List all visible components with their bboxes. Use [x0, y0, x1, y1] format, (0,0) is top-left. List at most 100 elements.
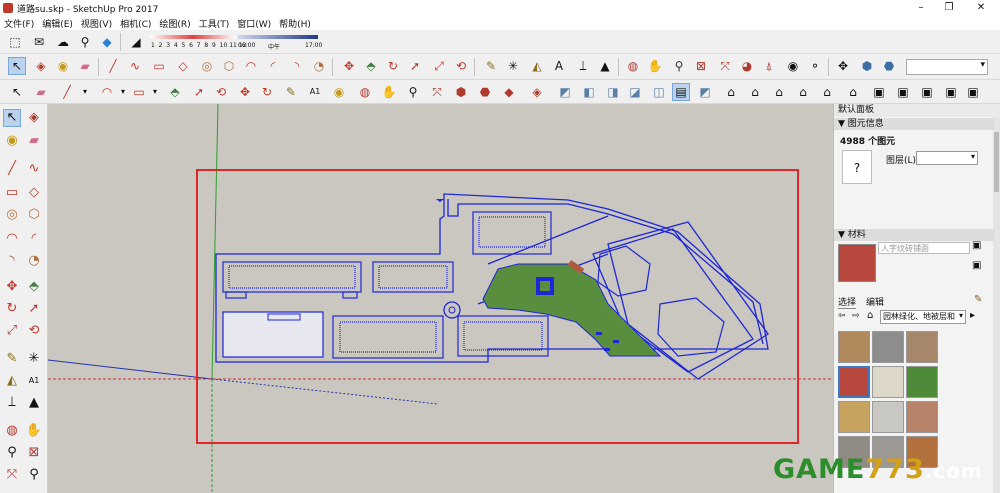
- drawing-viewport[interactable]: [48, 104, 833, 493]
- zoom-window-icon[interactable]: ⊠: [692, 57, 710, 75]
- back-view-icon[interactable]: ◫: [650, 83, 668, 101]
- eyedropper-icon[interactable]: ✎: [974, 294, 982, 305]
- 3d-text-icon[interactable]: ▲: [25, 394, 43, 412]
- polygon-icon[interactable]: ⬡: [25, 206, 43, 224]
- follow-me-icon[interactable]: ➚: [25, 300, 43, 318]
- warehouse-3d-icon[interactable]: ⬢: [452, 83, 470, 101]
- upload-cloud-icon[interactable]: ☁: [54, 33, 72, 51]
- line-icon[interactable]: ╱: [3, 160, 21, 178]
- zoom-extents-icon[interactable]: ⤧: [716, 57, 734, 75]
- pushpull-icon[interactable]: ⬘: [166, 83, 184, 101]
- move-tool-icon[interactable]: ✥: [236, 83, 254, 101]
- layer-2-icon[interactable]: ▣: [894, 83, 912, 101]
- material-swatch[interactable]: [906, 401, 938, 433]
- move-icon[interactable]: ✥: [340, 57, 358, 75]
- rotate-icon[interactable]: ↻: [384, 57, 402, 75]
- text-label-icon[interactable]: A1: [306, 83, 324, 101]
- orbit-icon[interactable]: ◍: [3, 422, 21, 440]
- library-select[interactable]: 园林绿化、地被层和 ▾: [880, 310, 966, 324]
- house-icon[interactable]: ⌂: [770, 83, 788, 101]
- arc-icon[interactable]: ◠: [242, 57, 260, 75]
- material-swatch[interactable]: [906, 366, 938, 398]
- open-icon[interactable]: ✉: [30, 33, 48, 51]
- push-pull-icon[interactable]: ⬘: [362, 57, 380, 75]
- circle-icon[interactable]: ◎: [198, 57, 216, 75]
- tab-edit[interactable]: 编辑: [866, 295, 884, 308]
- line-tool-icon[interactable]: ╱: [104, 57, 122, 75]
- zoom-tool-icon[interactable]: ⚲: [404, 83, 422, 101]
- chevron-down-icon[interactable]: ▾: [76, 83, 94, 101]
- walk-icon[interactable]: ⚬: [806, 57, 824, 75]
- menu-view[interactable]: 视图(V): [77, 17, 116, 30]
- follow-me-icon[interactable]: ➚: [406, 57, 424, 75]
- arc-icon[interactable]: ◠: [3, 230, 21, 248]
- material-swatch[interactable]: [872, 366, 904, 398]
- select-icon[interactable]: ↖: [3, 109, 21, 127]
- house-monochrome-icon[interactable]: ⌂: [818, 83, 836, 101]
- protractor-icon[interactable]: ◭: [3, 372, 21, 390]
- two-point-arc-icon[interactable]: ◜: [25, 230, 43, 248]
- share-icon[interactable]: ⚲: [76, 33, 94, 51]
- zoom-extents-icon[interactable]: ⤧: [3, 466, 21, 484]
- scale-icon[interactable]: ⤢: [430, 57, 448, 75]
- eraser-icon[interactable]: ▰: [76, 57, 94, 75]
- select-arrow-icon[interactable]: ↖: [8, 83, 26, 101]
- iso-view-icon[interactable]: ◩: [556, 83, 574, 101]
- look-around-icon[interactable]: ◉: [784, 57, 802, 75]
- materials-header[interactable]: ▼ 材料: [834, 229, 994, 241]
- polygon-icon[interactable]: ⬡: [220, 57, 238, 75]
- followme-icon[interactable]: ➚: [190, 83, 208, 101]
- text-icon[interactable]: A: [550, 57, 568, 75]
- extension-warehouse-icon[interactable]: ⬣: [880, 57, 898, 75]
- pie-icon[interactable]: ◔: [25, 252, 43, 270]
- dimension-icon[interactable]: ✳: [504, 57, 522, 75]
- rectangle-icon[interactable]: ▭: [150, 57, 168, 75]
- material-swatch[interactable]: [872, 401, 904, 433]
- cube-icon[interactable]: ⬚: [6, 33, 24, 51]
- offset-icon[interactable]: ⟲: [452, 57, 470, 75]
- eraser-icon[interactable]: ▰: [25, 132, 43, 150]
- rectangle-icon[interactable]: ▭: [3, 184, 21, 202]
- shaded-icon[interactable]: ⌂: [746, 83, 764, 101]
- share-model-icon[interactable]: ⬣: [476, 83, 494, 101]
- material-swatch[interactable]: [838, 401, 870, 433]
- axes-icon[interactable]: ⟘: [574, 57, 592, 75]
- layer-select[interactable]: ▾: [916, 151, 978, 165]
- pie-icon[interactable]: ◔: [310, 57, 328, 75]
- forward-arrow-icon[interactable]: ⇨: [852, 311, 860, 321]
- 3d-text-icon[interactable]: ▲: [596, 57, 614, 75]
- paint-bucket-icon[interactable]: ◉: [54, 57, 72, 75]
- rotate-icon[interactable]: ↻: [3, 300, 21, 318]
- layer-3-icon[interactable]: ▣: [918, 83, 936, 101]
- two-point-arc-icon[interactable]: ◜: [264, 57, 282, 75]
- orbit-icon[interactable]: ◍: [624, 57, 642, 75]
- tray-scroll-thumb[interactable]: [994, 132, 999, 192]
- eraser-small-icon[interactable]: ▰: [32, 83, 50, 101]
- offset-icon[interactable]: ⟲: [25, 322, 43, 340]
- zoom-extents-tool-icon[interactable]: ⤧: [428, 83, 446, 101]
- make-component-icon[interactable]: ◈: [32, 57, 50, 75]
- maximize-button[interactable]: ❐: [933, 0, 965, 16]
- menu-window[interactable]: 窗口(W): [233, 17, 275, 30]
- rotated-rect-icon[interactable]: ◇: [25, 184, 43, 202]
- extension-icon[interactable]: ◆: [98, 33, 116, 51]
- xray-style-icon[interactable]: ▤: [672, 83, 690, 101]
- hidden-line-icon[interactable]: ⌂: [722, 83, 740, 101]
- material-swatch[interactable]: [838, 331, 870, 363]
- zoom-window-icon[interactable]: ⊠: [25, 444, 43, 462]
- menu-draw[interactable]: 绘图(R): [155, 17, 194, 30]
- tape-measure-icon[interactable]: ✎: [3, 350, 21, 368]
- scale-icon[interactable]: ⤢: [3, 322, 21, 340]
- pan-icon[interactable]: ✋: [25, 422, 43, 440]
- style-combo[interactable]: ▾: [906, 59, 988, 75]
- chevron-down-icon[interactable]: ▾: [146, 83, 164, 101]
- wireframe-style-icon[interactable]: ◩: [696, 83, 714, 101]
- layer-5-icon[interactable]: ▣: [964, 83, 982, 101]
- menu-help[interactable]: 帮助(H): [275, 17, 315, 30]
- warehouse-icon[interactable]: ⬢: [858, 57, 876, 75]
- protractor-icon[interactable]: ◭: [528, 57, 546, 75]
- menu-camera[interactable]: 相机(C): [116, 17, 155, 30]
- tape-icon[interactable]: ✎: [282, 83, 300, 101]
- freehand-icon[interactable]: ∿: [126, 57, 144, 75]
- sample-paint-icon[interactable]: ▣: [972, 260, 984, 272]
